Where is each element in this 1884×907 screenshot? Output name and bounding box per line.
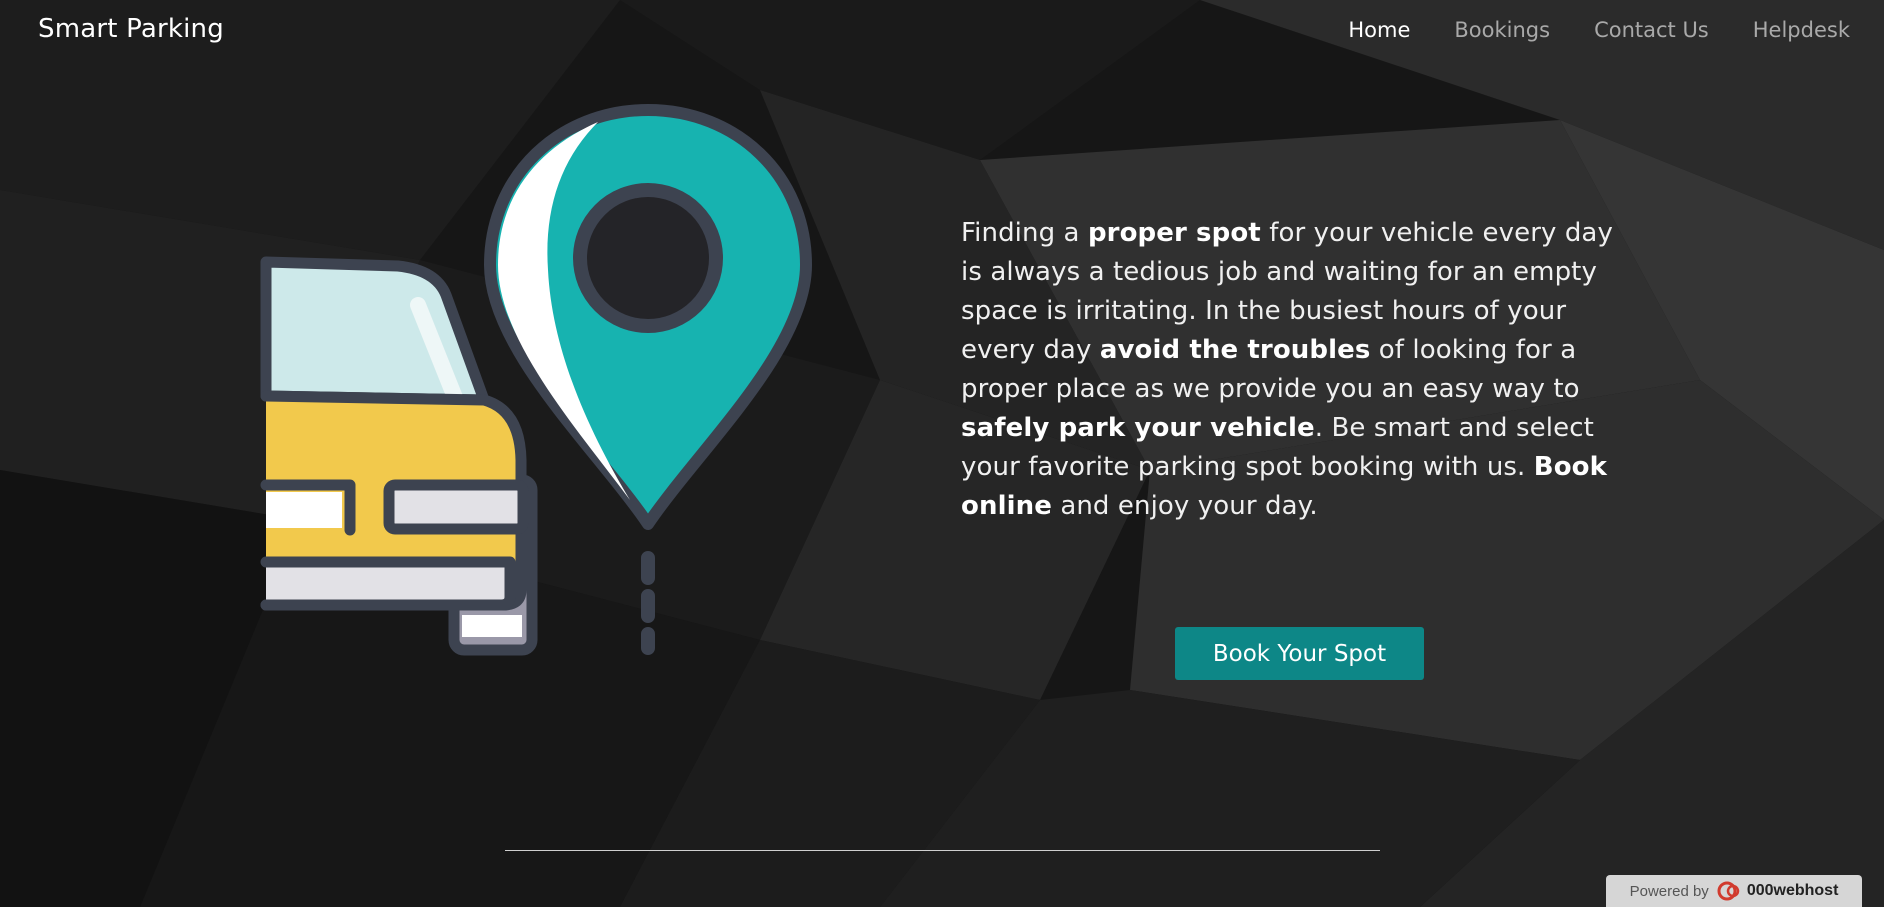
intro-highlight: proper spot <box>1087 218 1261 248</box>
badge-host: 000webhost <box>1746 882 1839 899</box>
footer-divider <box>505 850 1380 851</box>
nav-helpdesk[interactable]: Helpdesk <box>1753 18 1850 42</box>
hosting-badge[interactable]: Powered by 000webhost <box>1606 875 1862 907</box>
intro-text: Finding a <box>961 218 1088 248</box>
nav-home[interactable]: Home <box>1348 18 1410 42</box>
000webhost-logo-icon <box>1717 881 1740 901</box>
badge-prefix: Powered by <box>1629 882 1709 900</box>
main-nav: Home Bookings Contact Us Helpdesk <box>1304 18 1850 42</box>
intro-paragraph: Finding a proper spot for your vehicle e… <box>961 214 1641 526</box>
book-your-spot-button[interactable]: Book Your Spot <box>1175 627 1424 680</box>
hero-illustration <box>260 104 812 656</box>
car-icon <box>260 256 538 656</box>
nav-bookings[interactable]: Bookings <box>1454 18 1550 42</box>
brand-logo[interactable]: Smart Parking <box>38 14 224 44</box>
intro-highlight: safely park your vehicle <box>961 413 1315 443</box>
intro-highlight: avoid the troubles <box>1099 335 1371 365</box>
nav-contact-us[interactable]: Contact Us <box>1594 18 1709 42</box>
intro-text: and enjoy your day. <box>1051 491 1318 521</box>
